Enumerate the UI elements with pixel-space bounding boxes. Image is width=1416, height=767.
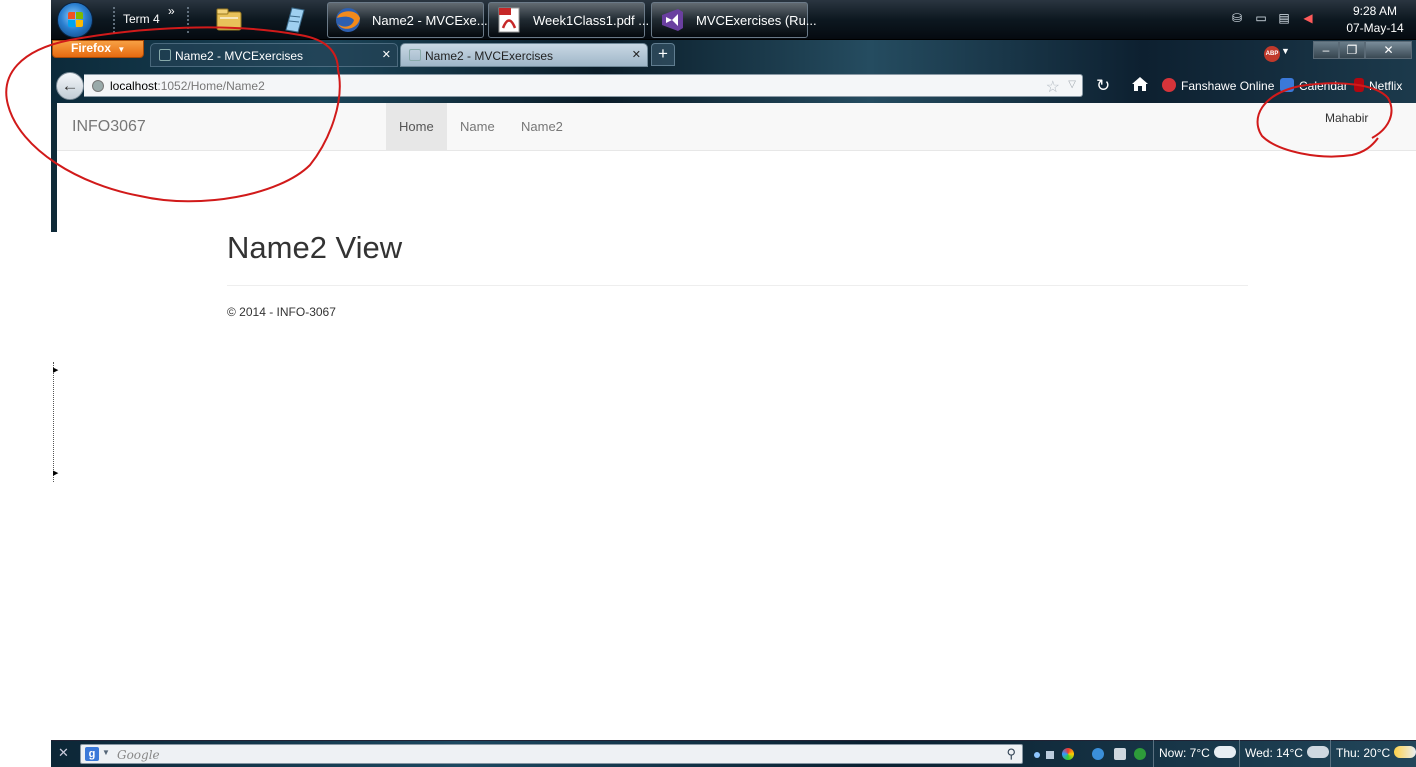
- site-brand-link[interactable]: INFO3067: [72, 118, 146, 136]
- bookmark-netflix[interactable]: Netflix: [1354, 78, 1402, 93]
- folder-icon[interactable]: [214, 4, 244, 34]
- firefox-menu-label: Firefox: [71, 41, 112, 55]
- address-bar[interactable]: localhost:1052/Home/Name2 ☆ ▽: [84, 74, 1083, 97]
- weather-label: Thu: 20°C: [1336, 746, 1391, 760]
- toolbar-grip[interactable]: [112, 6, 116, 34]
- browser-tab-active[interactable]: Name2 - MVCExercises ✕: [400, 43, 648, 67]
- firefox-icon: [336, 8, 360, 32]
- chevron-down-icon[interactable]: ▼: [102, 748, 110, 757]
- reload-icon[interactable]: ↻: [1096, 76, 1110, 96]
- windows-logo-icon: [68, 12, 84, 28]
- start-button[interactable]: [57, 2, 93, 38]
- status-dot-icon: [1034, 752, 1040, 758]
- security-shield-icon[interactable]: [1134, 748, 1146, 760]
- tab-close-icon[interactable]: ✕: [632, 48, 641, 61]
- firefox-menu-button[interactable]: Firefox ▼: [52, 40, 144, 58]
- search-placeholder: Google: [117, 748, 160, 762]
- toolbar-overflow-chevron[interactable]: »: [168, 4, 175, 18]
- pdf-icon: [498, 7, 520, 33]
- minimize-button[interactable]: –: [1313, 41, 1339, 59]
- toolbar-grip[interactable]: [186, 6, 190, 34]
- bookmark-label: Netflix: [1369, 79, 1403, 93]
- fanshawe-icon: [1162, 78, 1176, 92]
- device-icon[interactable]: [1114, 748, 1126, 760]
- taskbar-item-firefox[interactable]: Name2 - MVCExe...: [327, 2, 488, 38]
- taskbar-item-pdf[interactable]: Week1Class1.pdf ...: [488, 2, 649, 38]
- restore-button[interactable]: ❐: [1339, 41, 1365, 59]
- arrow-left-icon: ←: [61, 76, 79, 95]
- nav-link-home[interactable]: Home: [386, 103, 447, 150]
- google-icon: g: [85, 747, 99, 761]
- splitter-guide[interactable]: [53, 362, 54, 482]
- bookmark-star-icon[interactable]: ☆: [1046, 77, 1060, 97]
- new-tab-button[interactable]: +: [651, 43, 675, 66]
- network-drive-icon[interactable]: ⛁: [1230, 11, 1244, 25]
- calendar-icon: [1280, 78, 1294, 92]
- bookmark-label: Calendar: [1299, 79, 1348, 93]
- divider: [227, 285, 1248, 286]
- chevron-down-icon[interactable]: ▽: [1068, 79, 1076, 90]
- bookmark-fanshawe[interactable]: Fanshawe Online: [1162, 78, 1274, 93]
- taskbar-item-visual-studio[interactable]: MVCExercises (Ru...: [651, 2, 817, 38]
- expand-arrow-icon[interactable]: ▶: [53, 469, 58, 477]
- site-navbar: [57, 103, 1416, 151]
- desktop-left-edge: [0, 0, 51, 767]
- clock-date: 07-May-14: [1346, 21, 1404, 35]
- windows-taskbar: Term 4 » Name2 - MVCExe... Week1Class1.p…: [51, 0, 1416, 40]
- desktop-screen: Term 4 » Name2 - MVCExe... Week1Class1.p…: [0, 0, 1416, 767]
- system-tray: ⛁ ▭ ▤ ◀ 9:28 AM 07-May-14: [1216, 0, 1416, 40]
- netflix-icon: [1354, 78, 1364, 92]
- storm-cloud-icon: [1306, 746, 1329, 758]
- weather-thursday[interactable]: Thu: 20°C: [1330, 740, 1416, 767]
- back-button[interactable]: ←: [56, 72, 84, 100]
- nav-link-name2[interactable]: Name2: [508, 103, 576, 150]
- user-name-label: Mahabir: [1325, 111, 1369, 125]
- weather-wednesday[interactable]: Wed: 14°C: [1239, 740, 1329, 767]
- action-center-icon[interactable]: ▤: [1277, 11, 1291, 25]
- cloud-icon: [1213, 746, 1236, 758]
- search-icon[interactable]: ⚲: [1006, 746, 1016, 762]
- clock[interactable]: 9:28 AM 07-May-14: [1340, 3, 1410, 37]
- page-favicon-icon: [159, 49, 171, 61]
- weather-label: Wed: 14°C: [1245, 746, 1303, 760]
- url-text: localhost:1052/Home/Name2: [110, 79, 265, 93]
- site-identity-icon[interactable]: [92, 80, 104, 92]
- bookmark-calendar[interactable]: Calendar: [1280, 78, 1348, 93]
- nav-link-name[interactable]: Name: [447, 103, 508, 150]
- home-icon[interactable]: [1131, 75, 1149, 93]
- url-host: localhost: [110, 79, 158, 93]
- url-path: :1052/Home/Name2: [157, 79, 265, 93]
- browser-tab[interactable]: Name2 - MVCExercises ✕: [150, 43, 398, 67]
- color-wheel-icon[interactable]: [1062, 748, 1074, 760]
- taskbar-item-label: Week1Class1.pdf ...: [533, 13, 650, 28]
- sun-cloud-icon: [1394, 746, 1416, 758]
- weather-label: Now: 7°C: [1159, 746, 1210, 760]
- speaker-muted-icon[interactable]: ◀: [1301, 11, 1315, 25]
- tab-title: Name2 - MVCExercises: [425, 49, 554, 63]
- weather-now[interactable]: Now: 7°C: [1153, 740, 1238, 767]
- taskbar-item-label: Name2 - MVCExe...: [372, 13, 488, 28]
- web-page: [51, 103, 1416, 740]
- visual-studio-icon: [662, 9, 683, 31]
- expand-arrow-icon[interactable]: ▶: [53, 366, 58, 374]
- clock-time: 9:28 AM: [1352, 4, 1398, 18]
- chevron-down-icon[interactable]: [1046, 751, 1054, 759]
- toolbar-label[interactable]: Term 4: [123, 12, 160, 26]
- chevron-down-icon: ▼: [117, 45, 126, 54]
- media-player-icon[interactable]: [1092, 748, 1104, 760]
- page-favicon-icon: [409, 49, 421, 61]
- tab-title: Name2 - MVCExercises: [175, 49, 304, 63]
- toolbar-close-icon[interactable]: ✕: [58, 745, 69, 761]
- tab-close-icon[interactable]: ✕: [382, 48, 391, 61]
- adblock-plus-icon[interactable]: ABP: [1264, 46, 1280, 62]
- page-title: Name2 View: [227, 230, 403, 265]
- notepad-icon[interactable]: [278, 4, 308, 34]
- google-search-input[interactable]: g ▼ Google ⚲: [80, 744, 1023, 764]
- footer-copyright: © 2014 - INFO-3067: [227, 305, 336, 319]
- close-window-button[interactable]: ✕: [1365, 41, 1412, 59]
- chevron-down-icon[interactable]: ▼: [1281, 46, 1290, 56]
- network-icon[interactable]: ▭: [1254, 11, 1268, 25]
- bookmark-label: Fanshawe Online: [1181, 79, 1275, 93]
- taskbar-item-label: MVCExercises (Ru...: [696, 13, 817, 28]
